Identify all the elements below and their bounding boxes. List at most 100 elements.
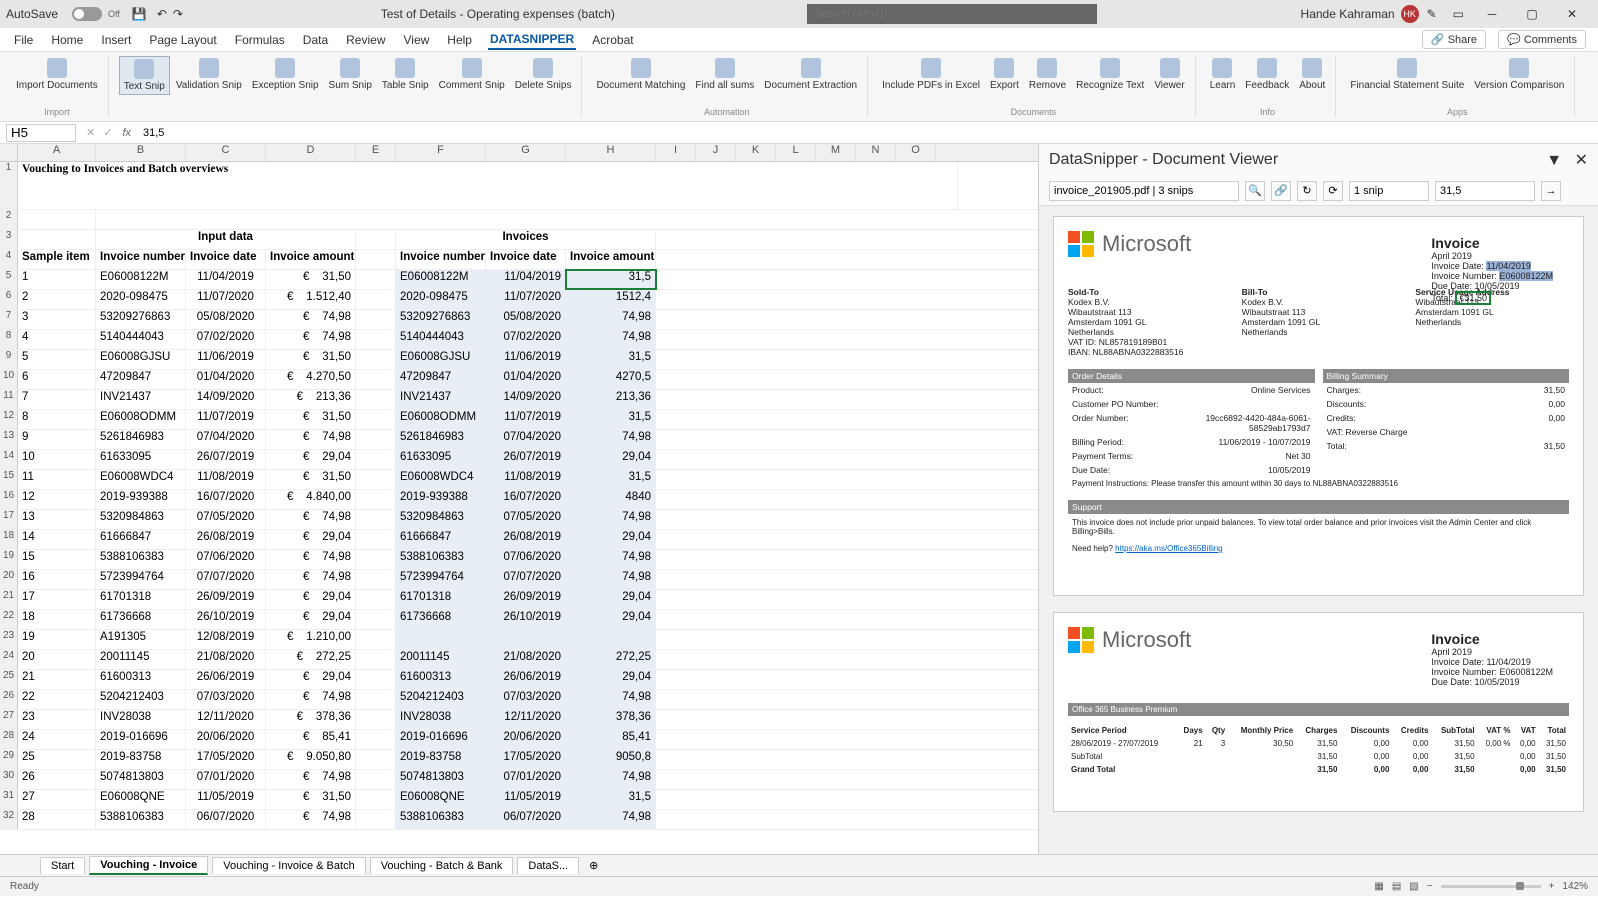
validation-snip-button[interactable]: Validation Snip	[172, 56, 246, 95]
recognize-text-button[interactable]: Recognize Text	[1072, 56, 1148, 93]
dv-snip-select[interactable]	[1349, 181, 1429, 201]
find-all-sums-button[interactable]: Find all sums	[691, 56, 758, 93]
table-row[interactable]: 12 8 E06008ODMM 11/07/2019 € 31,50 E0600…	[0, 410, 1038, 430]
col-o[interactable]: O	[896, 144, 936, 161]
table-row[interactable]: 5 1 E06008122M 11/04/2019 € 31,50 E06008…	[0, 270, 1038, 290]
share-button[interactable]: 🔗 Share	[1422, 30, 1486, 49]
col-i[interactable]: I	[656, 144, 696, 161]
tab-file[interactable]: File	[12, 31, 35, 49]
add-sheet-icon[interactable]: ⊕	[589, 859, 598, 872]
table-row[interactable]: 30 26 5074813803 07/01/2020 € 74,98 5074…	[0, 770, 1038, 790]
tab-view[interactable]: View	[402, 31, 432, 49]
table-row[interactable]: 20 16 5723994764 07/07/2020 € 74,98 5723…	[0, 570, 1038, 590]
table-row[interactable]: 29 25 2019-83758 17/05/2020 € 9.050,80 2…	[0, 750, 1038, 770]
col-a[interactable]: A	[18, 144, 96, 161]
table-row[interactable]: 19 15 5388106383 07/06/2020 € 74,98 5388…	[0, 550, 1038, 570]
table-row[interactable]: 21 17 61701318 26/09/2019 € 29,04 617013…	[0, 590, 1038, 610]
maximize-button[interactable]: ▢	[1512, 7, 1552, 21]
table-row[interactable]: 31 27 E06008QNE 11/05/2019 € 31,50 E0600…	[0, 790, 1038, 810]
table-row[interactable]: 10 6 47209847 01/04/2020 € 4.270,50 4720…	[0, 370, 1038, 390]
tab-home[interactable]: Home	[49, 31, 85, 49]
col-d[interactable]: D	[266, 144, 356, 161]
sum-snip-button[interactable]: Sum Snip	[325, 56, 376, 95]
dv-minimize-icon[interactable]: ▼	[1546, 152, 1562, 169]
select-all-corner[interactable]	[0, 144, 18, 161]
table-row[interactable]: 2	[0, 210, 1038, 230]
table-row[interactable]: 24 20 20011145 21/08/2020 € 272,25 20011…	[0, 650, 1038, 670]
col-m[interactable]: M	[816, 144, 856, 161]
col-g[interactable]: G	[486, 144, 566, 161]
fx-icon[interactable]: fx	[122, 127, 131, 139]
tab-datasnipper[interactable]: DATASNIPPER	[488, 30, 576, 50]
table-row[interactable]: 4 Sample item Invoice number Invoice dat…	[0, 250, 1038, 270]
table-row[interactable]: 32 28 5388106383 06/07/2020 € 74,98 5388…	[0, 810, 1038, 830]
table-row[interactable]: 28 24 2019-016696 20/06/2020 € 85,41 201…	[0, 730, 1038, 750]
comments-button[interactable]: 💬 Comments	[1498, 30, 1586, 49]
table-row[interactable]: 25 21 61600313 26/06/2019 € 29,04 616003…	[0, 670, 1038, 690]
redo-icon[interactable]: ↷	[173, 7, 183, 21]
about-button[interactable]: About	[1295, 56, 1329, 93]
delete-snips-button[interactable]: Delete Snips	[511, 56, 576, 95]
tab-acrobat[interactable]: Acrobat	[590, 31, 635, 49]
export-button[interactable]: Export	[986, 56, 1023, 93]
support-link[interactable]: https://aka.ms/Office365Billing	[1115, 544, 1222, 553]
remove-button[interactable]: Remove	[1025, 56, 1070, 93]
name-box[interactable]	[6, 124, 76, 142]
col-k[interactable]: K	[736, 144, 776, 161]
autosave-toggle[interactable]	[72, 7, 102, 21]
col-j[interactable]: J	[696, 144, 736, 161]
view-layout-icon[interactable]: ▤	[1392, 881, 1401, 892]
tab-insert[interactable]: Insert	[99, 31, 133, 49]
table-row[interactable]: 8 4 5140444043 07/02/2020 € 74,98 514044…	[0, 330, 1038, 350]
sheet-tab-start[interactable]: Start	[40, 857, 85, 874]
dv-search-icon[interactable]: 🔍	[1245, 181, 1265, 201]
sheet-tab-vouching-batch-bank[interactable]: Vouching - Batch & Bank	[370, 857, 514, 874]
tab-help[interactable]: Help	[445, 31, 474, 49]
table-row[interactable]: 14 10 61633095 26/07/2019 € 29,04 616330…	[0, 450, 1038, 470]
dv-go-icon[interactable]: →	[1541, 181, 1561, 201]
tab-pagelayout[interactable]: Page Layout	[147, 31, 218, 49]
viewer-button[interactable]: Viewer	[1150, 56, 1188, 93]
sheet-tab-vouching-invoice[interactable]: Vouching - Invoice	[89, 856, 208, 875]
spreadsheet[interactable]: A B C D E F G H I J K L M N O 1Vouching …	[0, 144, 1038, 854]
zoom-in-icon[interactable]: +	[1549, 881, 1555, 892]
feedback-button[interactable]: Feedback	[1241, 56, 1293, 93]
search-input[interactable]	[807, 4, 1097, 24]
dv-close-icon[interactable]: ✕	[1575, 152, 1588, 169]
accept-formula-icon[interactable]: ✓	[103, 126, 112, 139]
table-row[interactable]: 17 13 5320984863 07/05/2020 € 74,98 5320…	[0, 510, 1038, 530]
view-break-icon[interactable]: ▧	[1409, 881, 1418, 892]
table-row[interactable]: 22 18 61736668 26/10/2019 € 29,04 617366…	[0, 610, 1038, 630]
comment-snip-button[interactable]: Comment Snip	[435, 56, 509, 95]
close-button[interactable]: ✕	[1552, 7, 1592, 21]
table-row[interactable]: 23 19 A191305 12/08/2019 € 1.210,00	[0, 630, 1038, 650]
col-f[interactable]: F	[396, 144, 486, 161]
dv-body[interactable]: Microsoft Invoice April 2019 Invoice Dat…	[1039, 206, 1598, 854]
import-documents-button[interactable]: Import Documents	[12, 56, 102, 93]
zoom-slider[interactable]	[1441, 885, 1541, 888]
zoom-level[interactable]: 142%	[1562, 881, 1588, 892]
col-e[interactable]: E	[356, 144, 396, 161]
table-snip-button[interactable]: Table Snip	[378, 56, 433, 95]
table-row[interactable]: 7 3 53209276863 05/08/2020 € 74,98 53209…	[0, 310, 1038, 330]
dv-rotate-icon[interactable]: ⟳	[1323, 181, 1343, 201]
include-pdfs-button[interactable]: Include PDFs in Excel	[878, 56, 984, 93]
ribbon-mode-icon[interactable]: ▭	[1453, 7, 1464, 21]
view-normal-icon[interactable]: ▦	[1374, 881, 1383, 892]
dv-doc-select[interactable]	[1049, 181, 1239, 201]
table-row[interactable]: 26 22 5204212403 07/03/2020 € 74,98 5204…	[0, 690, 1038, 710]
zoom-out-icon[interactable]: −	[1427, 881, 1433, 892]
table-row[interactable]: 11 7 INV21437 14/09/2020 € 213,36 INV214…	[0, 390, 1038, 410]
table-row[interactable]: 16 12 2019-939388 16/07/2020 € 4.840,00 …	[0, 490, 1038, 510]
cancel-formula-icon[interactable]: ✕	[86, 126, 95, 139]
table-row[interactable]: 3Input dataInvoices	[0, 230, 1038, 250]
tab-review[interactable]: Review	[344, 31, 387, 49]
sheet-tab-datas[interactable]: DataS...	[517, 857, 579, 874]
table-row[interactable]: 9 5 E06008GJSU 11/06/2019 € 31,50 E06008…	[0, 350, 1038, 370]
col-l[interactable]: L	[776, 144, 816, 161]
document-extraction-button[interactable]: Document Extraction	[760, 56, 861, 93]
dv-value-box[interactable]	[1435, 181, 1535, 201]
undo-icon[interactable]: ↶	[157, 7, 167, 21]
col-c[interactable]: C	[186, 144, 266, 161]
table-row[interactable]: 18 14 61666847 26/08/2019 € 29,04 616668…	[0, 530, 1038, 550]
